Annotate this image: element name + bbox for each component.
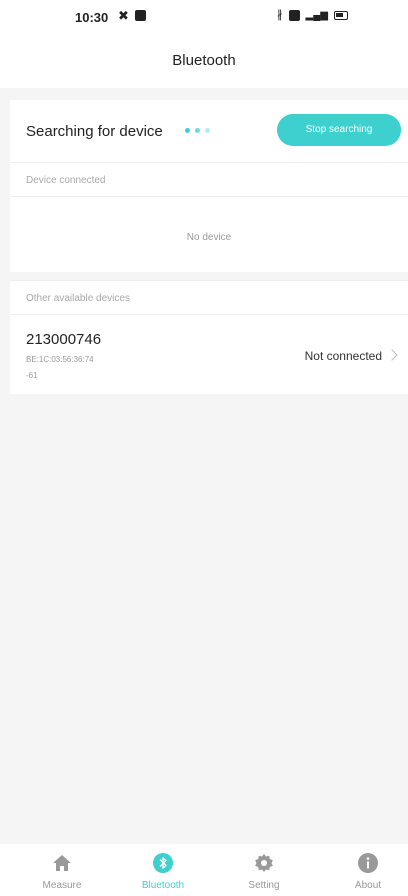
connected-device-list: No device bbox=[10, 196, 408, 272]
info-icon bbox=[358, 853, 378, 873]
gear-icon bbox=[255, 854, 273, 872]
notification-icons: ✖ bbox=[118, 8, 146, 23]
loading-dot bbox=[185, 128, 190, 133]
tab-about[interactable]: About bbox=[317, 844, 408, 896]
chevron-right-icon bbox=[386, 349, 398, 361]
tab-bluetooth[interactable]: Bluetooth bbox=[112, 844, 214, 896]
signal-icon: ▂▄▆ bbox=[305, 10, 328, 21]
section-device-connected: Device connected bbox=[10, 162, 408, 196]
tab-label: Bluetooth bbox=[141, 880, 185, 891]
loading-dot bbox=[195, 128, 200, 133]
searching-label: Searching for device bbox=[26, 123, 163, 140]
stop-searching-button[interactable]: Stop searching bbox=[277, 114, 401, 146]
system-icons: ∦ ▂▄▆ bbox=[277, 10, 348, 21]
section-other-devices: Other available devices bbox=[10, 280, 408, 314]
tab-label: Setting bbox=[248, 880, 280, 891]
device-list-item[interactable]: 213000746 BE:1C:03:56:36:74 -61 Not conn… bbox=[10, 314, 408, 394]
device-connection-status: Not connected bbox=[304, 349, 382, 363]
device-signal-strength: -61 bbox=[26, 371, 38, 380]
section-label: Other available devices bbox=[26, 293, 130, 304]
loading-dots-icon bbox=[185, 128, 210, 133]
bottom-tab-bar: Measure Bluetooth Setting About bbox=[0, 844, 408, 896]
page-title: Bluetooth bbox=[172, 52, 236, 69]
header: Bluetooth bbox=[0, 36, 408, 88]
loading-dot bbox=[205, 128, 210, 133]
no-device-text: No device bbox=[186, 232, 232, 243]
tab-label: Measure bbox=[42, 880, 82, 891]
tab-label: About bbox=[354, 880, 382, 891]
device-mac-address: BE:1C:03:56:36:74 bbox=[26, 355, 94, 364]
app-notification-icon bbox=[134, 10, 146, 21]
nfc-icon bbox=[288, 10, 300, 21]
tab-measure[interactable]: Measure bbox=[11, 844, 113, 896]
device-name: 213000746 bbox=[26, 331, 102, 348]
home-icon bbox=[53, 855, 71, 871]
battery-icon bbox=[334, 11, 348, 20]
search-status-row: Searching for device Stop searching bbox=[10, 100, 408, 162]
close-notification-icon: ✖ bbox=[118, 8, 129, 23]
tab-setting[interactable]: Setting bbox=[213, 844, 315, 896]
section-label: Device connected bbox=[26, 175, 106, 186]
status-time: 10:30 bbox=[75, 10, 109, 25]
status-bar: 10:30 ✖ ∦ ▂▄▆ bbox=[0, 0, 408, 36]
bluetooth-status-icon: ∦ bbox=[277, 9, 283, 21]
bluetooth-icon bbox=[153, 853, 173, 873]
